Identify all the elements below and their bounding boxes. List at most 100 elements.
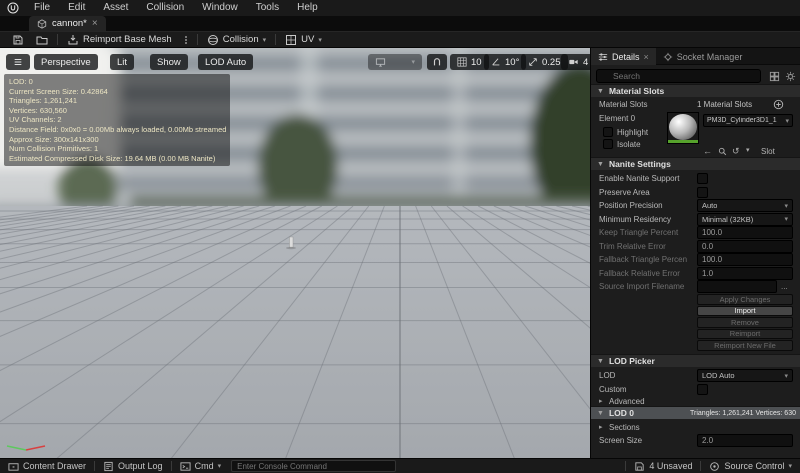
chevron-down-icon: ▾ <box>784 216 788 223</box>
chevron-down-icon[interactable]: ▾ <box>746 146 750 156</box>
material-slots-count: 1 Material Slots <box>697 100 753 109</box>
drawer-icon <box>8 462 19 471</box>
menu-items: File Edit Asset Collision Window Tools Help <box>25 0 327 16</box>
section-lod-picker[interactable]: ▼ LOD Picker <box>591 354 800 367</box>
asset-tab-cannon[interactable]: cannon* × <box>29 16 106 31</box>
viewport-options-pill[interactable]: ▾ <box>368 54 422 70</box>
checkbox-preserve-area[interactable] <box>697 186 708 198</box>
details-sliders-icon <box>598 52 608 61</box>
menu-help[interactable]: Help <box>288 0 327 16</box>
row-sections[interactable]: ▸ Sections <box>591 421 800 435</box>
perspective-dropdown[interactable]: Perspective <box>34 54 98 70</box>
menu-edit[interactable]: Edit <box>59 0 94 16</box>
hamburger-icon <box>14 59 22 65</box>
field-fallback-triangle-percen[interactable]: 100.0 <box>697 253 793 266</box>
browse-to-asset-button[interactable] <box>30 32 54 48</box>
button-reimport-new-file[interactable]: Reimport New File <box>697 340 793 351</box>
unsaved-save-icon <box>635 461 645 471</box>
console-input[interactable] <box>231 460 397 472</box>
grid-snap-button[interactable]: 10 <box>450 54 489 70</box>
3d-viewport[interactable]: Perspective Lit Show LOD Auto LOD: 0 Curr… <box>0 48 590 458</box>
viewport-menu-button[interactable] <box>6 54 30 70</box>
tab-socket-manager-label: Socket Manager <box>676 51 743 62</box>
output-log-button[interactable]: Output Log <box>95 459 171 473</box>
collision-dropdown[interactable]: Collision ▾ <box>201 32 272 48</box>
isolate-checkbox[interactable] <box>603 139 613 149</box>
kebab-menu-icon <box>184 35 187 44</box>
viewport-stat-line: Vertices: 630,560 <box>9 105 67 115</box>
browse-to-asset-icon[interactable] <box>718 147 727 156</box>
lod-select-dropdown[interactable]: LOD Auto ▾ <box>697 369 793 382</box>
lod0-info: Triangles: 1,261,241 Vertices: 630 <box>690 410 796 417</box>
source-control-button[interactable]: Source Control ▾ <box>701 459 800 473</box>
chevron-down-icon: ▼ <box>597 357 604 365</box>
property-label: Trim Relative Error <box>599 241 666 251</box>
menu-asset[interactable]: Asset <box>94 0 137 16</box>
reimport-label: Reimport Base Mesh <box>83 34 172 45</box>
show-dropdown[interactable]: Show <box>150 54 188 70</box>
content-drawer-button[interactable]: Content Drawer <box>0 459 94 473</box>
property-label: LOD <box>599 371 616 380</box>
reimport-options-button[interactable] <box>178 32 194 48</box>
menu-tools[interactable]: Tools <box>247 0 288 16</box>
section-nanite-settings[interactable]: ▼ Nanite Settings <box>591 157 800 170</box>
display-options-icon[interactable] <box>769 71 780 82</box>
button-apply-changes[interactable]: Apply Changes <box>697 294 793 305</box>
button-reimport[interactable]: Reimport <box>697 328 793 339</box>
section-lod0[interactable]: ▼ LOD 0 Triangles: 1,261,241 Vertices: 6… <box>591 406 800 419</box>
screen-size-field[interactable]: 2.0 <box>697 434 793 447</box>
tab-details[interactable]: Details × <box>591 48 656 65</box>
custom-checkbox[interactable] <box>697 384 708 395</box>
camera-speed-button[interactable]: 4 <box>561 54 590 70</box>
close-tab-icon[interactable]: × <box>644 52 649 62</box>
menu-window[interactable]: Window <box>193 0 247 16</box>
tab-socket-manager[interactable]: Socket Manager <box>656 48 750 65</box>
menu-collision[interactable]: Collision <box>137 0 193 16</box>
field-source-import-filename[interactable] <box>697 280 777 293</box>
property-label: Enable Nanite Support <box>599 174 680 183</box>
checkbox-enable-nanite-support[interactable] <box>697 173 708 184</box>
cmd-dropdown[interactable]: Cmd ▾ <box>172 459 230 473</box>
mesh-object[interactable] <box>289 236 294 248</box>
uv-dropdown[interactable]: UV ▾ <box>279 32 328 48</box>
save-button[interactable] <box>6 32 30 48</box>
browse-file-button[interactable]: ... <box>781 282 788 291</box>
log-icon <box>104 461 113 471</box>
search-input[interactable] <box>596 69 761 83</box>
reimport-base-mesh-button[interactable]: Reimport Base Mesh <box>61 32 178 48</box>
unsaved-assets-button[interactable]: 4 Unsaved <box>626 459 700 473</box>
lod-dropdown[interactable]: LOD Auto <box>198 54 254 70</box>
unreal-logo-icon[interactable] <box>7 2 19 14</box>
field-fallback-relative-error[interactable]: 1.0 <box>697 266 793 280</box>
section-material-slots[interactable]: ▼ Material Slots <box>591 84 800 97</box>
advanced-label: Advanced <box>609 397 645 406</box>
property-label: Material Slots <box>599 100 648 109</box>
field-keep-triangle-percent[interactable]: 100.0 <box>697 226 793 239</box>
magnet-icon <box>433 58 441 66</box>
menu-file[interactable]: File <box>25 0 59 16</box>
perspective-label: Perspective <box>41 56 91 68</box>
close-tab-icon[interactable]: × <box>92 18 98 29</box>
add-slot-icon[interactable] <box>773 99 784 110</box>
button-remove[interactable]: Remove <box>697 317 793 328</box>
reset-to-default-icon[interactable]: ↺ <box>732 146 740 156</box>
rotation-snap-value: 10° <box>505 56 520 68</box>
surface-snapping-button[interactable] <box>427 54 447 70</box>
row-preserve-area: Preserve Area <box>591 186 800 200</box>
dropdown-value: Auto <box>702 201 718 210</box>
row-material-slots: Material Slots 1 Material Slots <box>591 98 800 112</box>
view-mode-dropdown[interactable]: Lit <box>110 54 135 70</box>
dropdown-minimum-residency[interactable]: Minimal (32KB) ▾ <box>697 212 793 226</box>
row-fallback-triangle-percen: Fallback Triangle Percen 100.0 <box>591 253 800 267</box>
viewport-stat-line: Triangles: 1,261,241 <box>9 96 78 106</box>
isolate-label: Isolate <box>617 140 641 149</box>
grid-snap-icon <box>457 57 467 67</box>
field-trim-relative-error[interactable]: 0.0 <box>697 239 793 253</box>
use-selected-asset-icon[interactable]: ← <box>703 146 712 156</box>
highlight-checkbox[interactable] <box>603 127 613 137</box>
dropdown-position-precision[interactable]: Auto ▾ <box>697 199 793 212</box>
button-import[interactable]: Import <box>697 305 793 316</box>
row-trim-relative-error: Trim Relative Error 0.0 <box>591 239 800 254</box>
gear-icon[interactable] <box>785 71 796 82</box>
chevron-down-icon: ▾ <box>318 36 322 44</box>
